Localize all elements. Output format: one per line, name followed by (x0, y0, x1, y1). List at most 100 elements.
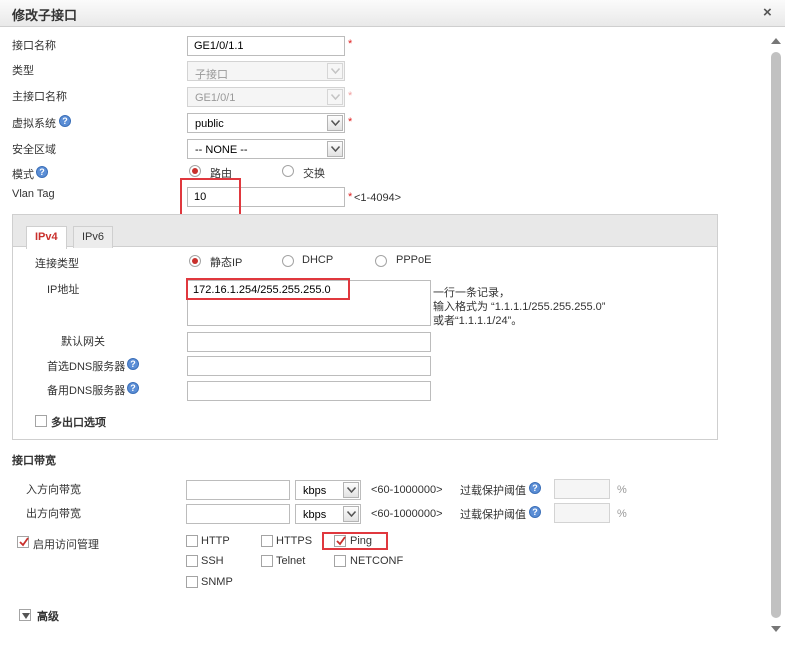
http-checkbox[interactable] (186, 535, 198, 547)
inbound-range-hint: <60-1000000> (371, 484, 443, 496)
vlan-tag-range-hint: <1-4094> (354, 192, 402, 204)
tab-strip (13, 215, 717, 247)
connection-pppoe-label: PPPoE (396, 254, 432, 266)
parent-interface-value: GE1/0/1 (195, 92, 236, 104)
ip-address-label: IP地址 (47, 284, 80, 296)
chevron-down-icon[interactable] (327, 115, 343, 131)
scrollbar[interactable] (769, 32, 783, 636)
check-icon (19, 537, 29, 547)
ssh-label: SSH (201, 555, 224, 567)
default-gateway-input[interactable] (187, 332, 431, 352)
netconf-label: NETCONF (350, 555, 404, 567)
https-checkbox[interactable] (261, 535, 273, 547)
scroll-down-icon[interactable] (771, 626, 781, 632)
access-mgmt-label: 启用访问管理 (33, 539, 99, 551)
security-zone-label: 安全区域 (12, 144, 56, 156)
interface-name-label: 接口名称 (12, 40, 56, 52)
snmp-label: SNMP (201, 576, 233, 588)
help-icon[interactable]: ? (36, 166, 48, 178)
parent-interface-label: 主接口名称 (12, 91, 67, 103)
inbound-percent-unit: % (617, 484, 627, 496)
netconf-checkbox[interactable] (334, 555, 346, 567)
outbound-range-hint: <60-1000000> (371, 508, 443, 520)
chevron-down-icon[interactable] (343, 506, 359, 522)
interface-name-input[interactable]: GE1/0/1.1 (187, 36, 345, 56)
snmp-checkbox[interactable] (186, 576, 198, 588)
outbound-bandwidth-input[interactable] (186, 504, 290, 524)
inbound-bandwidth-label: 入方向带宽 (26, 484, 81, 496)
help-icon[interactable]: ? (127, 358, 139, 370)
scrollbar-thumb[interactable] (771, 52, 781, 618)
chevron-down-icon[interactable] (343, 482, 359, 498)
mode-route-radio[interactable] (189, 165, 201, 177)
outbound-unit-select[interactable]: kbps (295, 504, 361, 524)
inbound-unit-value: kbps (303, 485, 327, 497)
bandwidth-section-title: 接口带宽 (12, 455, 56, 467)
mode-switch-label: 交换 (303, 168, 325, 180)
close-icon[interactable]: × (763, 4, 772, 21)
tab-ipv6[interactable]: IPv6 (73, 226, 114, 248)
dialog-titlebar: 修改子接口 × (0, 0, 785, 27)
connection-pppoe-radio[interactable] (375, 255, 387, 267)
connection-dhcp-radio[interactable] (282, 255, 294, 267)
access-mgmt-checkbox[interactable] (17, 536, 29, 548)
secondary-dns-label: 备用DNS服务器 (47, 385, 126, 397)
radio-selected-dot (192, 168, 198, 174)
highlight-box-ping (322, 532, 388, 550)
type-select-value: 子接口 (195, 69, 228, 81)
default-gateway-label: 默认网关 (61, 336, 105, 348)
primary-dns-label: 首选DNS服务器 (47, 361, 126, 373)
connection-dhcp-label: DHCP (302, 254, 334, 266)
connection-type-label: 连接类型 (35, 258, 79, 270)
outbound-bandwidth-label: 出方向带宽 (26, 508, 81, 520)
highlight-box-ip (186, 278, 350, 300)
required-mark: * (348, 191, 353, 203)
virtual-system-label: 虚拟系统 (12, 118, 56, 130)
triangle-down-icon (22, 613, 30, 619)
telnet-checkbox[interactable] (261, 555, 273, 567)
inbound-unit-select[interactable]: kbps (295, 480, 361, 500)
inbound-threshold-input (554, 479, 610, 499)
help-icon[interactable]: ? (127, 382, 139, 394)
required-mark: * (348, 38, 353, 50)
multi-egress-checkbox[interactable] (35, 415, 47, 427)
chevron-down-icon (327, 89, 343, 105)
help-icon[interactable]: ? (59, 115, 71, 127)
primary-dns-input[interactable] (187, 356, 431, 376)
mode-label: 模式 (12, 169, 34, 181)
inbound-bandwidth-input[interactable] (186, 480, 290, 500)
help-icon[interactable]: ? (529, 506, 541, 518)
type-select: 子接口 (187, 61, 345, 81)
virtual-system-select[interactable]: public (187, 113, 345, 133)
parent-interface-select: GE1/0/1 (187, 87, 345, 107)
http-label: HTTP (201, 535, 230, 547)
scroll-up-icon[interactable] (771, 38, 781, 44)
radio-selected-dot (192, 258, 198, 264)
chevron-down-icon (327, 63, 343, 79)
virtual-system-value: public (195, 118, 224, 130)
outbound-percent-unit: % (617, 508, 627, 520)
secondary-dns-input[interactable] (187, 381, 431, 401)
inbound-protect-label: 过载保护阈值 (460, 485, 526, 497)
mode-switch-radio[interactable] (282, 165, 294, 177)
ssh-checkbox[interactable] (186, 555, 198, 567)
outbound-threshold-input (554, 503, 610, 523)
ip-hint-line3: 或者“1.1.1.1/24”。 (433, 315, 523, 327)
advanced-toggle[interactable] (19, 609, 31, 621)
connection-static-radio[interactable] (189, 255, 201, 267)
dialog-title: 修改子接口 (12, 8, 78, 23)
chevron-down-icon[interactable] (327, 141, 343, 157)
advanced-label: 高级 (37, 611, 59, 623)
outbound-protect-label: 过载保护阈值 (460, 509, 526, 521)
security-zone-value: -- NONE -- (195, 144, 248, 156)
ip-settings-panel (12, 214, 718, 440)
security-zone-select[interactable]: -- NONE -- (187, 139, 345, 159)
multi-egress-label: 多出口选项 (51, 417, 106, 429)
vlan-tag-label: Vlan Tag (12, 188, 55, 200)
outbound-unit-value: kbps (303, 509, 327, 521)
type-label: 类型 (12, 65, 34, 77)
tab-ipv4[interactable]: IPv4 (26, 226, 67, 249)
telnet-label: Telnet (276, 555, 306, 567)
required-mark: * (348, 90, 353, 102)
help-icon[interactable]: ? (529, 482, 541, 494)
